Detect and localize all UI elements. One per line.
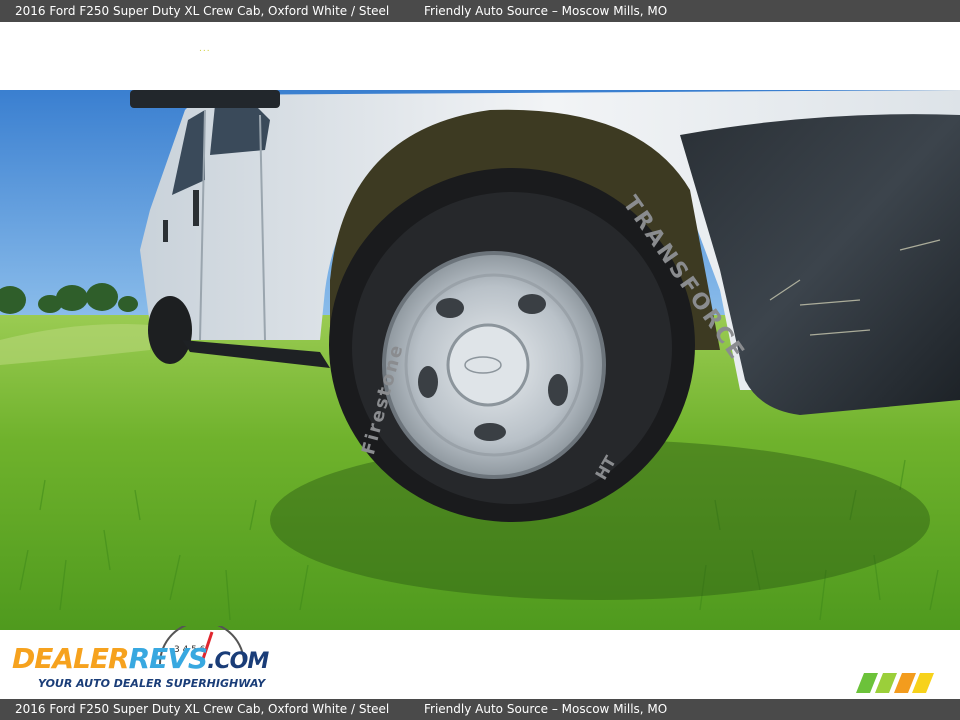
decorative-dots: ... [199,44,211,54]
caption-bar-top: 2016 Ford F250 Super Duty XL Crew Cab, O… [0,0,960,22]
caption-color: Oxford White / Steel [268,4,390,18]
logo-part-revs: REVS [128,642,209,675]
footer-vehicle: 2016 Ford F250 Super Duty XL Crew Cab, [15,702,265,716]
footer-dealer: Friendly Auto Source – Moscow Mills, MO [424,702,668,716]
vehicle-photo: TRANSFORCE Firestone HT [0,90,960,630]
logo-part-com: .COM [207,649,269,674]
door-handle-rear [163,220,168,242]
logo-tagline: YOUR AUTO DEALER SUPERHIGHWAY [38,677,266,690]
caption-dealer: Friendly Auto Source – Moscow Mills, MO [424,4,668,18]
hub-cap [446,323,530,407]
footer-color: Oxford White / Steel [268,702,390,716]
caption-bar-bottom: 2016 Ford F250 Super Duty XL Crew Cab, O… [0,699,960,720]
logo-wordmark: DEALERREVS.COM [12,642,269,675]
side-mirror [130,90,280,108]
tire-photo-illustration: TRANSFORCE Firestone HT [0,90,960,630]
stripes-logo-icon [856,673,934,693]
caption-vehicle: 2016 Ford F250 Super Duty XL Crew Cab, [15,4,265,18]
dealerrevs-logo[interactable]: 3 4 5 6 DEALERREVS.COM YOUR AUTO DEALER … [12,626,272,694]
top-margin [0,22,960,90]
rear-tire [148,296,192,364]
logo-part-dealer: DEALER [12,642,130,675]
door-handle-front [193,190,199,226]
